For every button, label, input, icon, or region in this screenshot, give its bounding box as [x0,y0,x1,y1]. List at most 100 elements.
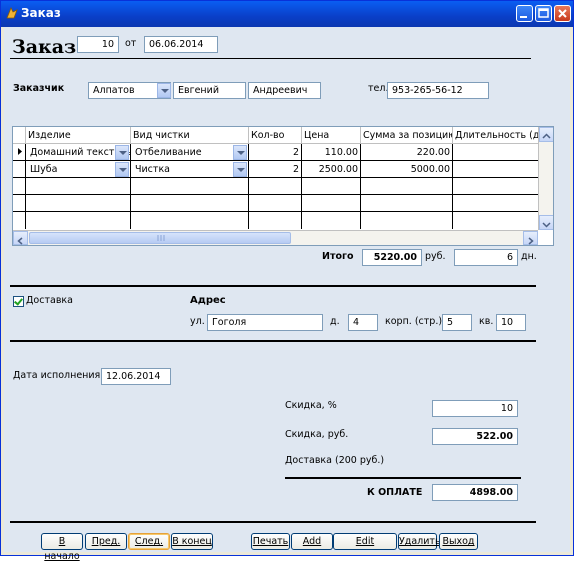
maximize-button[interactable] [535,5,552,22]
empty-cell [249,195,302,212]
maximize-icon [538,8,549,18]
last-record-button[interactable]: В конец [171,533,213,550]
empty-cell [13,195,26,212]
scroll-left-button[interactable] [13,231,28,245]
empty-cell [361,212,453,229]
empty-cell [26,178,131,195]
empty-cell [26,212,131,229]
edit-button[interactable]: Edit [333,533,397,550]
minimize-icon [520,16,527,18]
empty-cell [13,212,26,229]
order-window: Заказ Заказ 10 от 06.06.2014 Заказчик Ал… [0,0,574,562]
customer-label: Заказчик [13,83,65,94]
house-label: д. [330,316,340,327]
discount-percent-field[interactable]: 10 [432,400,518,417]
column-header-item[interactable]: Изделие [26,127,131,144]
item-dropdown-button[interactable] [115,145,129,160]
first-record-button[interactable]: В начало [41,533,83,562]
close-icon [558,9,567,18]
cleaning-cell-text: Отбеливание [135,147,202,158]
close-button[interactable] [554,5,571,22]
cleaning-dropdown-button[interactable] [233,162,247,177]
column-header-qty[interactable]: Кол-во [249,127,302,144]
chevron-left-icon [17,237,23,245]
add-button[interactable]: Add [291,533,333,550]
cleaning-dropdown-button[interactable] [233,145,247,160]
street-label: ул. [190,316,205,327]
cleaning-cell[interactable]: Чистка [131,161,249,178]
chevron-right-icon [528,237,534,245]
total-days-field[interactable]: 6 [454,249,518,266]
flat-field[interactable]: 10 [496,314,526,331]
empty-cell [131,212,249,229]
grid-vertical-scrollbar[interactable] [538,127,553,230]
delivery-divider [10,340,536,342]
address-title: Адрес [190,295,226,306]
qty-cell[interactable]: 2 [249,144,302,161]
total-amount-field[interactable]: 5220.00 [362,249,422,266]
customer-first-name-field[interactable]: Евгений [173,82,246,99]
empty-cell [26,195,131,212]
exit-button[interactable]: Выход [439,533,478,550]
grid-horizontal-scrollbar[interactable] [13,230,538,245]
delivery-checkbox[interactable] [13,296,24,307]
sum-cell[interactable]: 5000.00 [361,161,453,178]
last-name-dropdown-button[interactable] [157,83,171,98]
column-header-price[interactable]: Цена [302,127,361,144]
next-record-button[interactable]: След. [128,533,170,550]
delivery-checkbox-label[interactable]: Доставка [26,295,73,306]
column-header-sum[interactable]: Сумма за позицию [361,127,453,144]
empty-cell [249,212,302,229]
sum-cell[interactable]: 220.00 [361,144,453,161]
print-button[interactable]: Печать [251,533,290,550]
completion-date-field[interactable]: 12.06.2014 [101,368,171,385]
discount-rub-field[interactable]: 522.00 [432,428,518,445]
empty-cell [302,212,361,229]
completion-date-label: Дата исполнения: [13,370,104,381]
flat-label: кв. [479,316,494,327]
column-header-cleaning[interactable]: Вид чистки [131,127,249,144]
building-field[interactable]: 5 [442,314,472,331]
price-cell[interactable]: 2500.00 [302,161,361,178]
empty-cell [302,195,361,212]
row-selector[interactable] [13,161,26,178]
form-client-area: Заказ 10 от 06.06.2014 Заказчик Алпатов … [4,27,570,562]
payment-label: К ОПЛАТЕ [367,487,423,498]
title-bar[interactable]: Заказ [1,1,573,27]
customer-patronymic-field[interactable]: Андреевич [248,82,321,99]
delete-button[interactable]: Удалить [398,533,441,550]
row-selector[interactable] [13,144,26,161]
order-date-field[interactable]: 06.06.2014 [144,36,218,53]
grip-icon [157,235,165,241]
order-number-field[interactable]: 10 [77,36,119,53]
totals-divider [10,285,536,287]
app-icon [6,7,18,19]
window-title: Заказ [21,6,61,20]
minimize-button[interactable] [516,5,533,22]
item-dropdown-button[interactable] [115,162,129,177]
row-header-column [13,127,26,144]
days-unit-label: дн. [521,251,537,262]
customer-last-name-value: Алпатов [93,85,135,96]
scroll-down-button[interactable] [539,215,553,230]
chevron-up-icon [542,133,551,139]
empty-cell [249,178,302,195]
price-cell[interactable]: 110.00 [302,144,361,161]
page-title: Заказ [12,36,77,58]
scroll-right-button[interactable] [523,231,538,245]
empty-cell [131,195,249,212]
cleaning-cell[interactable]: Отбеливание [131,144,249,161]
scroll-up-button[interactable] [539,127,553,142]
qty-cell[interactable]: 2 [249,161,302,178]
phone-field[interactable]: 953-265-56-12 [387,82,489,99]
scroll-thumb[interactable] [29,232,291,244]
footer-divider [10,521,536,523]
header-divider [10,58,531,59]
house-field[interactable]: 4 [348,314,378,331]
payment-amount-field[interactable]: 4898.00 [432,484,518,501]
order-items-grid[interactable]: Изделие Вид чистки Кол-во Цена Сумма за … [12,126,554,246]
prev-record-button[interactable]: Пред. [85,533,127,550]
street-field[interactable]: Гоголя [207,314,323,331]
phone-label: тел. [368,83,389,94]
total-label: Итого [322,251,354,262]
